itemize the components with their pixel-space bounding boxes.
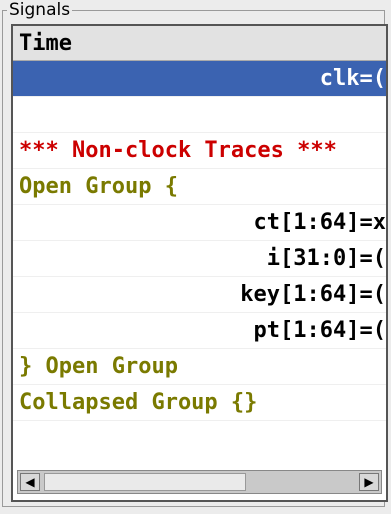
comment-trace-label: *** Non-clock Traces ***: [19, 138, 337, 163]
signal-row-ct[interactable]: ct[1:64]=x: [13, 205, 386, 241]
signal-row-comment[interactable]: *** Non-clock Traces ***: [13, 133, 386, 169]
signal-label: pt[1:64]=(: [253, 318, 386, 343]
panel-title: Signals: [7, 0, 73, 20]
signals-list-box: Time clk=( *** Non-clock Traces *** Open…: [11, 24, 388, 502]
horizontal-scrollbar[interactable]: ◀ ▶: [17, 470, 382, 494]
time-header-label: Time: [19, 31, 72, 56]
signal-row-i[interactable]: i[31:0]=(: [13, 241, 386, 277]
time-column-header[interactable]: Time: [13, 26, 386, 61]
group-close-row[interactable]: } Open Group: [13, 349, 386, 385]
signals-list[interactable]: clk=( *** Non-clock Traces *** Open Grou…: [13, 61, 386, 451]
scrollbar-thumb[interactable]: [44, 473, 246, 491]
group-label: Collapsed Group {}: [19, 390, 258, 415]
signal-row-blank[interactable]: [13, 97, 386, 133]
signal-row-key[interactable]: key[1:64]=(: [13, 277, 386, 313]
group-label: Open Group {: [19, 174, 178, 199]
signal-label: ct[1:64]=x: [253, 210, 386, 235]
signal-label: clk=(: [319, 66, 386, 91]
collapsed-group-row[interactable]: Collapsed Group {}: [13, 385, 386, 421]
signal-row-pt[interactable]: pt[1:64]=(: [13, 313, 386, 349]
scroll-right-icon[interactable]: ▶: [359, 473, 379, 491]
group-open-row[interactable]: Open Group {: [13, 169, 386, 205]
signal-row-clk[interactable]: clk=(: [13, 61, 386, 97]
group-label: } Open Group: [19, 354, 178, 379]
signal-label: key[1:64]=(: [240, 282, 386, 307]
signal-label: i[31:0]=(: [266, 246, 386, 271]
scroll-left-icon[interactable]: ◀: [20, 473, 40, 491]
